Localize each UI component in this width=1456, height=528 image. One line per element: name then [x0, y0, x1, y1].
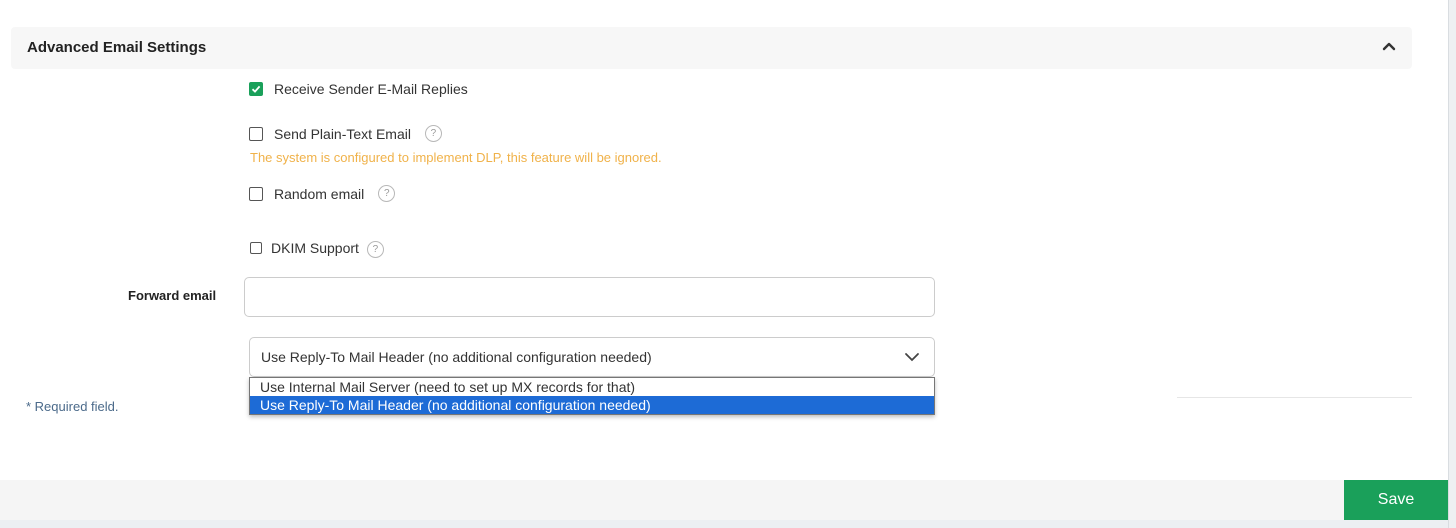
- dkim-checkbox[interactable]: [250, 242, 262, 254]
- dkim-option[interactable]: DKIM Support ?: [250, 238, 384, 258]
- dkim-label: DKIM Support: [271, 240, 359, 256]
- section-title: Advanced Email Settings: [27, 39, 207, 56]
- plain-text-label: Send Plain-Text Email: [274, 125, 411, 142]
- help-icon[interactable]: ?: [366, 241, 384, 258]
- forward-email-label: Forward email: [128, 288, 217, 303]
- scroll-edge: [1448, 0, 1456, 528]
- divider: [1177, 397, 1412, 398]
- footer-stripe: [0, 520, 1448, 528]
- reply-method-option-reply-to[interactable]: Use Reply-To Mail Header (no additional …: [250, 396, 934, 414]
- chevron-down-icon[interactable]: [904, 350, 920, 369]
- receive-replies-label: Receive Sender E-Mail Replies: [274, 81, 468, 97]
- save-button[interactable]: Save: [1344, 480, 1448, 520]
- advanced-email-settings-header[interactable]: Advanced Email Settings: [11, 27, 1412, 69]
- plain-text-checkbox[interactable]: [249, 126, 263, 141]
- chevron-up-icon[interactable]: [1380, 38, 1398, 56]
- dlp-warning: The system is configured to implement DL…: [250, 150, 662, 165]
- help-icon[interactable]: ?: [378, 185, 396, 202]
- reply-method-dropdown: Use Internal Mail Server (need to set up…: [249, 377, 935, 415]
- reply-method-value: Use Reply-To Mail Header (no additional …: [261, 349, 652, 365]
- forward-email-input[interactable]: [244, 277, 935, 317]
- receive-replies-option[interactable]: Receive Sender E-Mail Replies: [249, 81, 468, 97]
- help-icon[interactable]: ?: [424, 125, 442, 142]
- random-email-checkbox[interactable]: [249, 186, 263, 201]
- reply-method-option-internal[interactable]: Use Internal Mail Server (need to set up…: [250, 378, 934, 396]
- reply-method-select[interactable]: Use Reply-To Mail Header (no additional …: [249, 337, 935, 377]
- random-email-label: Random email: [274, 185, 365, 202]
- required-field-note: * Required field.: [26, 399, 119, 414]
- random-email-option[interactable]: Random email ?: [249, 185, 396, 202]
- receive-replies-checkbox[interactable]: [249, 82, 263, 96]
- plain-text-option[interactable]: Send Plain-Text Email ?: [249, 125, 442, 142]
